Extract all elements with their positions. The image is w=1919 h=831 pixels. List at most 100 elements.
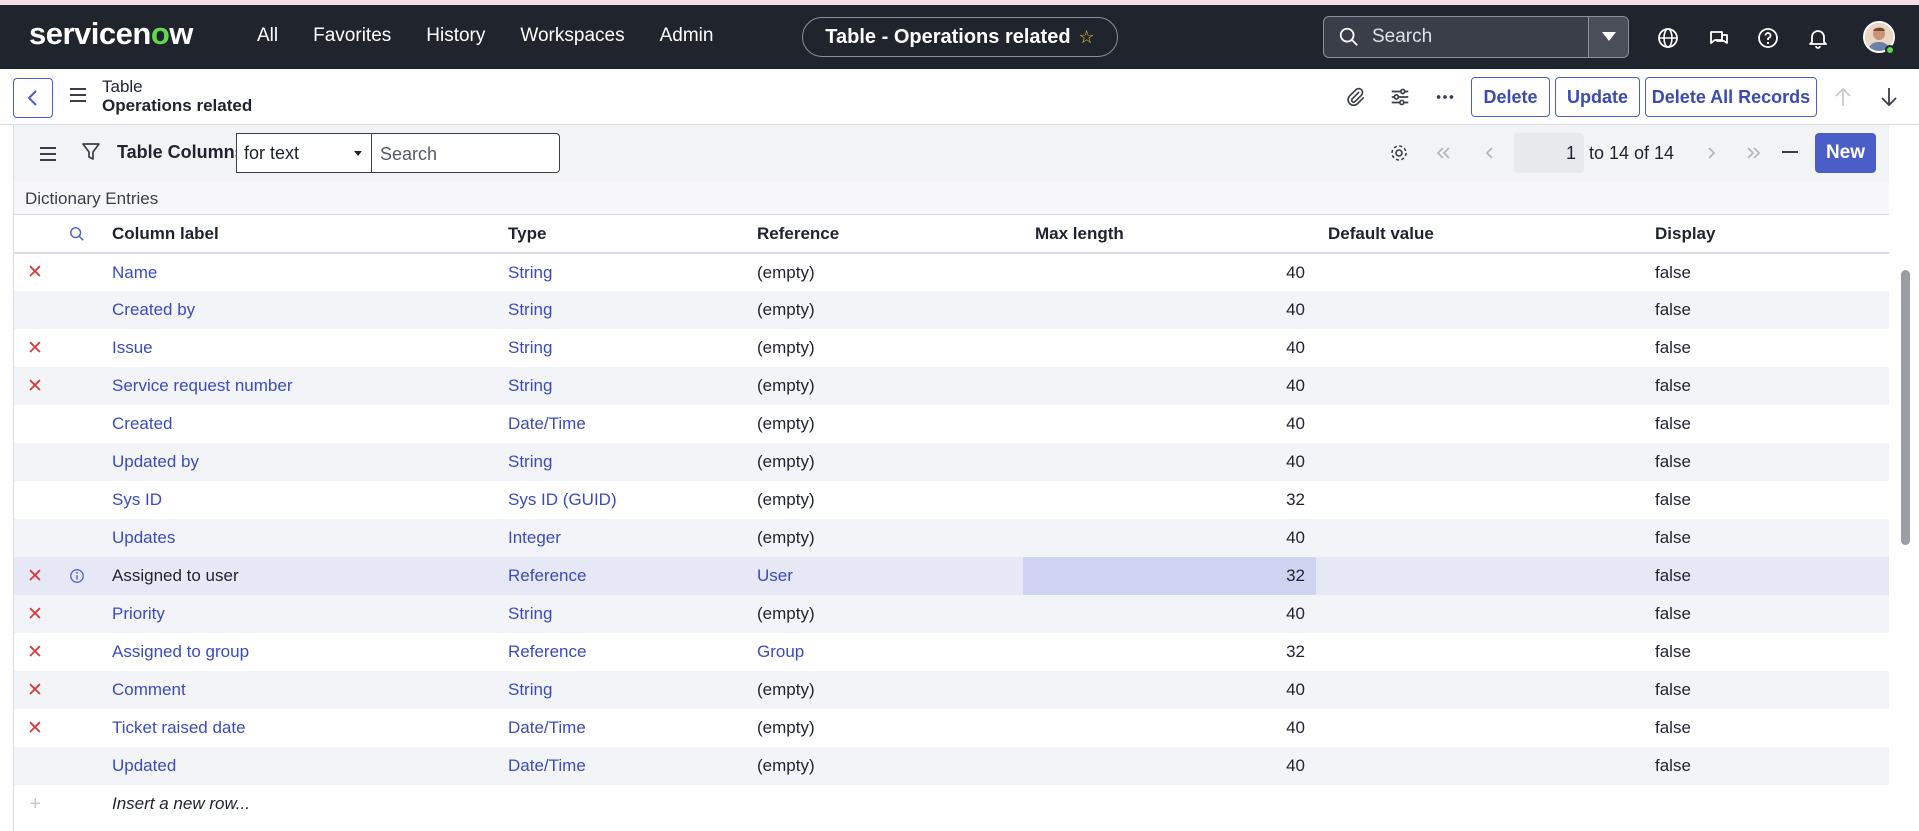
cell-type[interactable]: Reference [495, 557, 744, 595]
cell-type[interactable]: String [495, 671, 744, 709]
page-scrollbar[interactable] [1889, 125, 1919, 831]
table-row[interactable]: Sys ID Sys ID (GUID) (empty) 32 false [14, 481, 1890, 519]
cell-default-value[interactable] [1316, 671, 1642, 709]
cell-type[interactable]: Date/Time [495, 747, 744, 785]
delete-x-icon[interactable]: ✕ [14, 565, 56, 588]
cell-type[interactable]: String [495, 329, 744, 367]
table-row[interactable]: ✕ Assigned to group Reference Group 32 false [14, 633, 1890, 671]
new-button[interactable]: New [1815, 133, 1876, 173]
type-link[interactable]: Date/Time [508, 718, 586, 737]
type-link[interactable]: Reference [508, 642, 586, 661]
cell-default-value[interactable] [1316, 747, 1642, 785]
type-link[interactable]: Date/Time [508, 414, 586, 433]
table-row[interactable]: ✕ Assigned to user Reference User 32 false [14, 557, 1890, 595]
cell-default-value[interactable] [1316, 557, 1642, 595]
column-label-link[interactable]: Service request number [112, 376, 292, 395]
cell-column-label[interactable]: Updated [98, 747, 495, 785]
context-title-pill[interactable]: Table - Operations related ☆ [802, 17, 1118, 57]
cell-display[interactable]: false [1642, 481, 1890, 519]
nav-history[interactable]: History [426, 25, 485, 47]
column-search-icon[interactable] [69, 226, 85, 242]
table-row[interactable]: ✕ Ticket raised date Date/Time (empty) 40 fal… [14, 709, 1890, 747]
type-link[interactable]: Date/Time [508, 756, 586, 775]
cell-column-label[interactable]: Ticket raised date [98, 709, 495, 747]
filter-icon[interactable] [81, 141, 101, 163]
cell-display[interactable]: false [1642, 443, 1890, 481]
column-label-link[interactable]: Updated [112, 756, 176, 775]
first-page-icon[interactable] [1433, 143, 1453, 163]
sliders-icon[interactable] [1389, 86, 1411, 108]
cell-default-value[interactable] [1316, 253, 1642, 291]
cell-default-value[interactable] [1316, 443, 1642, 481]
cell-display[interactable]: false [1642, 557, 1890, 595]
column-label-link[interactable]: Comment [112, 680, 186, 699]
delete-all-records-button[interactable]: Delete All Records [1645, 77, 1817, 117]
paperclip-icon[interactable] [1344, 86, 1366, 108]
insert-new-row-link[interactable]: Insert a new row... [98, 785, 1890, 823]
column-label-link[interactable]: Assigned to group [112, 642, 249, 661]
cell-default-value[interactable] [1316, 329, 1642, 367]
nav-admin[interactable]: Admin [660, 25, 714, 47]
type-link[interactable]: Sys ID (GUID) [508, 490, 617, 509]
delete-x-icon[interactable]: ✕ [14, 603, 56, 626]
arrow-up-icon[interactable] [1833, 86, 1853, 108]
insert-row[interactable]: + Insert a new row... [14, 785, 1890, 823]
search-scope-dropdown[interactable] [1588, 17, 1628, 57]
table-row[interactable]: Updated by String (empty) 40 false [14, 443, 1890, 481]
table-row[interactable]: Created Date/Time (empty) 40 false [14, 405, 1890, 443]
chat-icon[interactable] [1707, 26, 1731, 50]
cell-type[interactable]: String [495, 291, 744, 329]
cell-display[interactable]: false [1642, 519, 1890, 557]
type-link[interactable]: String [508, 338, 552, 357]
cell-type[interactable]: String [495, 253, 744, 291]
table-row[interactable]: ✕ Comment String (empty) 40 false [14, 671, 1890, 709]
cell-type[interactable]: String [495, 595, 744, 633]
cell-max-length[interactable]: 40 [1023, 709, 1316, 747]
column-label-link[interactable]: Updated by [112, 452, 199, 471]
header-default-value[interactable]: Default value [1316, 215, 1642, 254]
collapse-icon[interactable] [1782, 151, 1798, 153]
header-max-length[interactable]: Max length [1023, 215, 1316, 254]
cell-display[interactable]: false [1642, 291, 1890, 329]
table-row[interactable]: Created by String (empty) 40 false [14, 291, 1890, 329]
cell-max-length[interactable]: 40 [1023, 367, 1316, 405]
cell-default-value[interactable] [1316, 367, 1642, 405]
header-search-col[interactable] [56, 215, 98, 254]
globe-icon[interactable] [1656, 26, 1680, 50]
cell-max-length[interactable]: 40 [1023, 405, 1316, 443]
reference-value[interactable]: Group [757, 642, 804, 661]
cell-column-label[interactable]: Created [98, 405, 495, 443]
cell-max-length[interactable]: 40 [1023, 253, 1316, 291]
reference-value[interactable]: User [757, 566, 793, 585]
type-link[interactable]: Reference [508, 566, 586, 585]
search-field-select[interactable]: for text [236, 133, 372, 173]
cell-column-label[interactable]: Created by [98, 291, 495, 329]
cell-default-value[interactable] [1316, 291, 1642, 329]
gear-icon[interactable] [1389, 143, 1409, 163]
cell-type[interactable]: String [495, 443, 744, 481]
last-page-icon[interactable] [1744, 143, 1764, 163]
column-label-link[interactable]: Name [112, 263, 157, 282]
delete-x-icon[interactable]: ✕ [14, 337, 56, 360]
list-search-input[interactable]: Search [372, 133, 560, 173]
delete-x-icon[interactable]: ✕ [14, 717, 56, 740]
type-link[interactable]: String [508, 376, 552, 395]
type-link[interactable]: String [508, 604, 552, 623]
cell-display[interactable]: false [1642, 595, 1890, 633]
header-display[interactable]: Display [1642, 215, 1890, 254]
scrollbar-thumb[interactable] [1901, 270, 1910, 545]
cell-max-length[interactable]: 32 [1023, 481, 1316, 519]
cell-type[interactable]: Date/Time [495, 405, 744, 443]
info-icon[interactable] [69, 568, 85, 584]
cell-column-label[interactable]: Service request number [98, 367, 495, 405]
update-button[interactable]: Update [1555, 77, 1640, 117]
table-row[interactable]: ✕ Issue String (empty) 40 false [14, 329, 1890, 367]
cell-type[interactable]: Integer [495, 519, 744, 557]
table-row[interactable]: ✕ Priority String (empty) 40 false [14, 595, 1890, 633]
cell-default-value[interactable] [1316, 633, 1642, 671]
cell-display[interactable]: false [1642, 671, 1890, 709]
list-menu-icon[interactable] [40, 147, 56, 161]
cell-column-label[interactable]: Issue [98, 329, 495, 367]
cell-max-length[interactable]: 32 [1023, 557, 1316, 595]
column-label-link[interactable]: Ticket raised date [112, 718, 246, 737]
